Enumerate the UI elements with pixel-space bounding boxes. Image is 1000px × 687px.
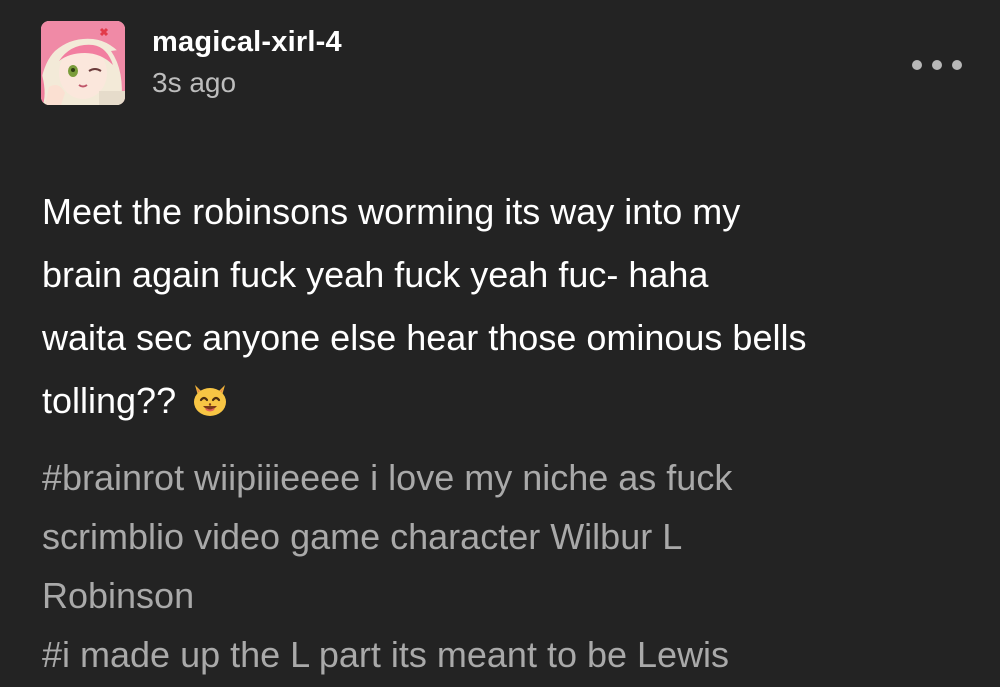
more-options-button[interactable] [912, 53, 962, 77]
timestamp: 3s ago [152, 67, 237, 98]
post-body-line: Meet the robinsons worming its way into … [42, 191, 741, 232]
post-body-line: brain again fuck yeah fuck yeah fuc- hah… [42, 254, 709, 295]
smiling-cat-emoji-icon [190, 379, 230, 419]
avatar[interactable] [41, 21, 125, 105]
more-horizontal-icon [912, 60, 922, 70]
avatar-image [41, 21, 125, 105]
tag-line[interactable]: #i made up the L part its meant to be Le… [42, 625, 982, 684]
post-body-line-text: tolling?? [42, 380, 177, 421]
tag-line[interactable]: #brainrot wiipiiieeee i love my niche as… [42, 448, 982, 507]
username[interactable]: magical-xirl-4 [152, 26, 342, 59]
post-body: Meet the robinsons worming its way into … [42, 180, 972, 432]
post-tags: #brainrot wiipiiieeee i love my niche as… [42, 448, 982, 684]
post-body-line: waita sec anyone else hear those ominous… [42, 317, 807, 358]
post-card: magical-xirl-4 3s ago Meet the robinsons… [0, 0, 1000, 687]
post-body-line-last: tolling?? [42, 369, 972, 432]
more-horizontal-icon-dot [952, 60, 962, 70]
tag-line[interactable]: scrimblio video game character Wilbur L [42, 507, 982, 566]
tag-line[interactable]: Robinson [42, 566, 982, 625]
more-horizontal-icon-dot [932, 60, 942, 70]
